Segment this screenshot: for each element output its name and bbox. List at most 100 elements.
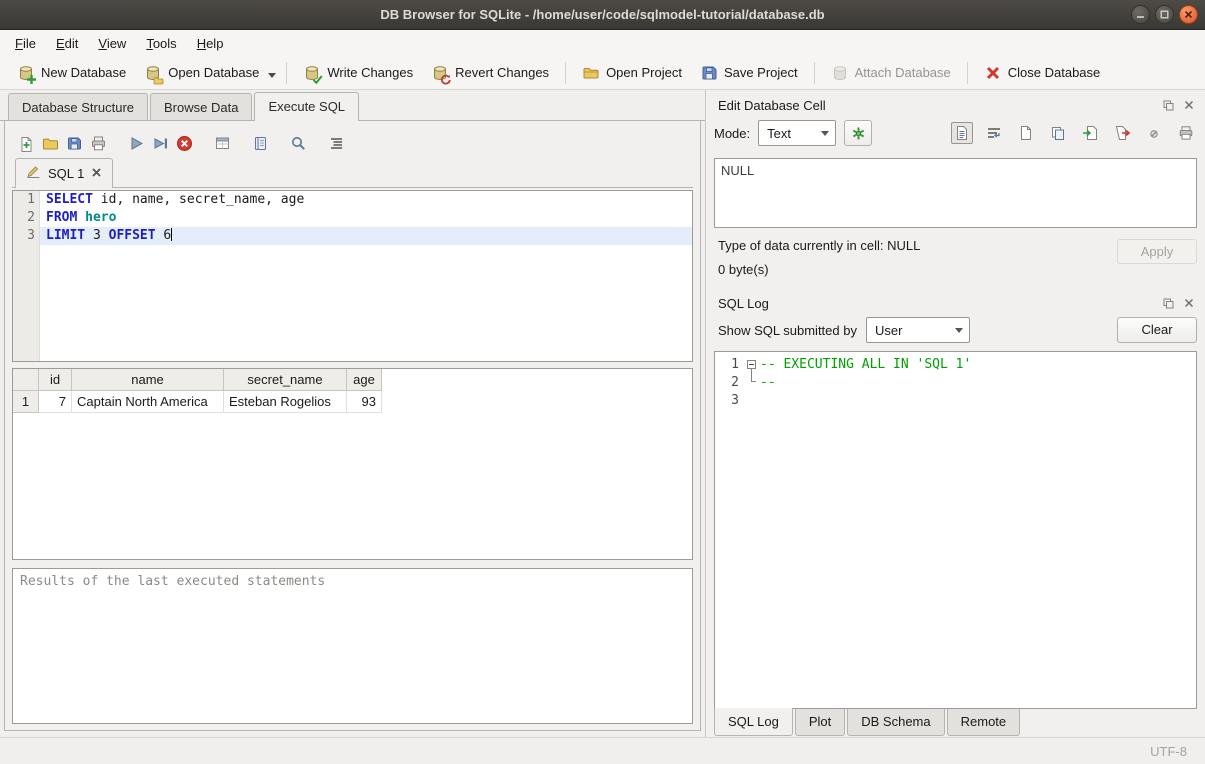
- cell-editor[interactable]: NULL: [714, 158, 1197, 228]
- write-changes-button[interactable]: Write Changes: [294, 60, 422, 86]
- menu-help[interactable]: Help: [187, 32, 234, 55]
- sql-document-tab[interactable]: SQL 1: [15, 158, 113, 188]
- open-in-external-icon[interactable]: [1015, 122, 1037, 144]
- cell-info: Type of data currently in cell: NULL 0 b…: [714, 238, 1197, 288]
- close-sql-tab-icon[interactable]: [91, 166, 102, 181]
- fold-connector: [751, 369, 756, 382]
- execute-all-icon[interactable]: [124, 131, 148, 155]
- format-sql-icon[interactable]: [324, 131, 348, 155]
- open-project-button[interactable]: Open Project: [573, 60, 691, 86]
- line-number: 2: [13, 209, 40, 227]
- tab-remote[interactable]: Remote: [947, 709, 1021, 736]
- log-line-number: 2: [715, 374, 745, 392]
- save-sql-file-icon[interactable]: [62, 131, 86, 155]
- column-header-name[interactable]: name: [72, 369, 224, 391]
- float-dock-icon[interactable]: [1160, 295, 1176, 311]
- execution-status-box: Results of the last executed statements: [12, 568, 693, 724]
- print-sql-icon[interactable]: [86, 131, 110, 155]
- open-project-label: Open Project: [606, 65, 682, 80]
- new-database-button[interactable]: New Database: [8, 60, 135, 86]
- edit-cell-title: Edit Database Cell: [718, 98, 1155, 113]
- clear-log-button[interactable]: Clear: [1117, 317, 1197, 343]
- tab-plot[interactable]: Plot: [795, 709, 845, 736]
- sql-log-view[interactable]: 1 -- EXECUTING ALL IN 'SQL 1' 2 -- 3: [714, 351, 1197, 709]
- execute-sql-panel: SQL 1 1 SELECT id, name, secret_name, ag…: [4, 121, 701, 731]
- encoding-indicator[interactable]: UTF-8: [1150, 744, 1187, 759]
- attach-database-label: Attach Database: [855, 65, 951, 80]
- sql-log-title: SQL Log: [718, 296, 1155, 311]
- titlebar: DB Browser for SQLite - /home/user/code/…: [0, 0, 1205, 30]
- log-filter-select[interactable]: User: [866, 317, 970, 343]
- new-database-icon: [17, 64, 35, 82]
- toolbar-separator: [814, 62, 815, 84]
- write-changes-icon: [303, 64, 321, 82]
- table-row: 1 7 Captain North America Esteban Rogeli…: [13, 391, 692, 413]
- log-text: -- EXECUTING ALL IN 'SQL 1': [760, 356, 971, 374]
- dock-tab-bar: SQL Log Plot DB Schema Remote: [714, 709, 1197, 737]
- cell-editor-icon-strip: [951, 122, 1197, 144]
- save-results-icon[interactable]: [248, 131, 272, 155]
- column-header-secret-name[interactable]: secret_name: [224, 369, 347, 391]
- import-icon[interactable]: [1079, 122, 1101, 144]
- export-icon[interactable]: [1111, 122, 1133, 144]
- cell-age[interactable]: 93: [347, 391, 382, 413]
- execute-current-line-icon[interactable]: [148, 131, 172, 155]
- editor-line: 1 SELECT id, name, secret_name, age: [13, 191, 692, 209]
- cell-secret-name[interactable]: Esteban Rogelios: [224, 391, 347, 413]
- open-sql-file-icon[interactable]: [38, 131, 62, 155]
- attach-database-icon: [831, 64, 849, 82]
- find-replace-icon[interactable]: [286, 131, 310, 155]
- close-dock-icon[interactable]: [1181, 97, 1197, 113]
- text-cursor: [171, 228, 172, 241]
- close-dock-icon[interactable]: [1181, 295, 1197, 311]
- open-database-icon: [144, 64, 162, 82]
- chevron-down-icon: [821, 131, 829, 136]
- revert-changes-button[interactable]: Revert Changes: [422, 60, 558, 86]
- apply-button[interactable]: Apply: [1117, 239, 1197, 264]
- column-header-id[interactable]: id: [39, 369, 72, 391]
- word-wrap-icon[interactable]: [983, 122, 1005, 144]
- copy-icon[interactable]: [1047, 122, 1069, 144]
- tab-browse-data[interactable]: Browse Data: [150, 93, 252, 120]
- close-database-button[interactable]: Close Database: [975, 60, 1110, 86]
- save-project-icon: [700, 64, 718, 82]
- mode-select[interactable]: Text: [758, 120, 836, 146]
- maximize-icon[interactable]: [1155, 5, 1174, 24]
- mode-value: Text: [767, 126, 791, 141]
- fold-marker-icon[interactable]: [747, 360, 756, 369]
- toolbar-separator: [286, 62, 287, 84]
- text-view-icon[interactable]: [951, 122, 973, 144]
- column-header-age[interactable]: age: [347, 369, 382, 391]
- tab-sql-log[interactable]: SQL Log: [714, 708, 793, 736]
- attach-database-button[interactable]: Attach Database: [822, 60, 960, 86]
- cell-id[interactable]: 7: [39, 391, 72, 413]
- tab-execute-sql[interactable]: Execute SQL: [254, 92, 359, 121]
- export-results-icon[interactable]: [210, 131, 234, 155]
- cell-name[interactable]: Captain North America: [72, 391, 224, 413]
- sql-editor[interactable]: 1 SELECT id, name, secret_name, age 2 FR…: [12, 190, 693, 362]
- open-database-dropdown-icon[interactable]: [268, 60, 279, 85]
- stop-execution-icon[interactable]: [172, 131, 196, 155]
- save-project-button[interactable]: Save Project: [691, 60, 807, 86]
- minimize-icon[interactable]: [1131, 5, 1150, 24]
- auto-format-icon[interactable]: [844, 120, 872, 146]
- float-dock-icon[interactable]: [1160, 97, 1176, 113]
- mode-label: Mode:: [714, 126, 750, 141]
- set-null-icon[interactable]: [1143, 122, 1165, 144]
- menu-view[interactable]: View: [88, 32, 136, 55]
- close-icon[interactable]: [1179, 5, 1198, 24]
- main-tab-bar: Database Structure Browse Data Execute S…: [0, 90, 705, 121]
- code-text: FROM hero: [40, 209, 692, 227]
- editor-line-current: 3 LIMIT 3 OFFSET 6: [13, 227, 692, 245]
- menu-tools[interactable]: Tools: [136, 32, 186, 55]
- tab-database-structure[interactable]: Database Structure: [8, 93, 148, 120]
- menu-file[interactable]: File: [5, 32, 46, 55]
- new-sql-tab-icon[interactable]: [14, 131, 38, 155]
- row-header[interactable]: 1: [13, 391, 39, 413]
- sql-document-tab-bar: SQL 1: [12, 159, 693, 188]
- menu-edit[interactable]: Edit: [46, 32, 88, 55]
- print-cell-icon[interactable]: [1175, 122, 1197, 144]
- open-database-button[interactable]: Open Database: [135, 60, 268, 86]
- tab-db-schema[interactable]: DB Schema: [847, 709, 944, 736]
- log-filter-value: User: [875, 323, 902, 338]
